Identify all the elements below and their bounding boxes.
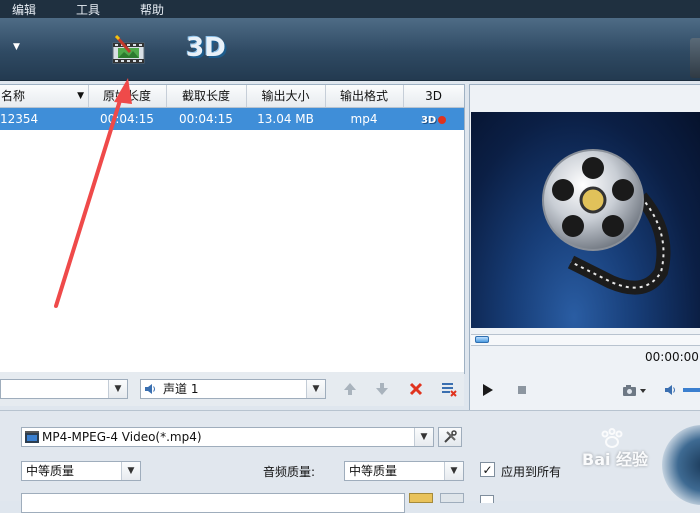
3d-settings-badge: 3D xyxy=(420,115,437,126)
baidu-paw-icon xyxy=(601,428,623,448)
seek-handle[interactable] xyxy=(475,336,489,343)
chevron-down-icon: ▼ xyxy=(108,380,127,398)
row-clip-length: 00:04:15 xyxy=(179,112,233,126)
video-format-icon xyxy=(25,431,39,443)
speaker-icon xyxy=(144,383,156,395)
toolbar-dropdown-arrow[interactable]: ▼ xyxy=(13,42,20,52)
merge-checkbox[interactable] xyxy=(480,495,494,503)
column-clip-length[interactable]: 截取长度 xyxy=(166,85,247,107)
volume-slider[interactable] xyxy=(683,388,700,392)
settings-tools-icon[interactable] xyxy=(438,427,462,447)
menu-tools[interactable]: 工具 xyxy=(76,1,100,18)
seek-bar[interactable] xyxy=(471,334,700,346)
snapshot-camera-icon[interactable] xyxy=(618,380,652,400)
column-output-size[interactable]: 输出大小 xyxy=(246,85,326,107)
chevron-down-icon: ▼ xyxy=(306,380,325,398)
chevron-down-icon: ▼ xyxy=(444,462,463,480)
row-output-format: mp4 xyxy=(350,112,378,126)
output-profile-select[interactable]: MP4-MPEG-4 Video(*.mp4) ▼ xyxy=(21,427,434,447)
apply-all-label: 应用到所有 xyxy=(501,465,562,479)
audio-quality-select[interactable]: 中等质量 ▼ xyxy=(344,461,464,481)
3d-icon[interactable]: 3D xyxy=(186,30,226,66)
play-icon[interactable] xyxy=(478,380,498,400)
audio-quality-label: 音频质量: xyxy=(263,465,316,479)
preview-screen xyxy=(471,112,700,328)
subtitle-select[interactable]: ▼ xyxy=(0,379,128,399)
audio-track-select[interactable]: 声道 1 ▼ xyxy=(140,379,326,399)
open-folder-icon[interactable] xyxy=(440,493,464,503)
clear-list-icon[interactable] xyxy=(437,379,461,399)
apply-all-checkbox[interactable]: ✓ xyxy=(480,462,495,477)
chevron-down-icon: ▼ xyxy=(121,462,140,480)
delete-icon[interactable] xyxy=(404,379,428,399)
annotation-arrow-icon xyxy=(54,78,132,308)
menu-edit[interactable]: 编辑 xyxy=(12,1,36,18)
film-reel-icon xyxy=(542,149,671,295)
list-control-bar: ▼ 声道 1 ▼ xyxy=(0,372,464,406)
row-3d-icon[interactable]: 3D xyxy=(403,108,464,130)
clip-video-icon[interactable] xyxy=(110,34,148,68)
stop-icon[interactable] xyxy=(512,380,532,400)
volume-icon[interactable] xyxy=(664,380,680,400)
column-output-format[interactable]: 输出格式 xyxy=(325,85,404,107)
chevron-down-icon: ▼ xyxy=(414,428,433,446)
convert-button[interactable] xyxy=(662,425,700,505)
3d-off-icon xyxy=(438,116,447,124)
output-folder-input[interactable] xyxy=(21,493,405,513)
browse-folder-icon[interactable] xyxy=(409,493,433,503)
menu-bar: 编辑 工具 帮助 xyxy=(0,0,700,18)
move-up-icon[interactable] xyxy=(338,379,362,399)
menu-help[interactable]: 帮助 xyxy=(140,1,164,18)
row-output-size: 13.04 MB xyxy=(257,112,314,126)
column-3d[interactable]: 3D xyxy=(403,85,464,107)
video-quality-select[interactable]: 中等质量 ▼ xyxy=(21,461,141,481)
device-icon[interactable] xyxy=(690,38,700,78)
time-display: 00:00:00 xyxy=(645,350,699,364)
move-down-icon[interactable] xyxy=(370,379,394,399)
